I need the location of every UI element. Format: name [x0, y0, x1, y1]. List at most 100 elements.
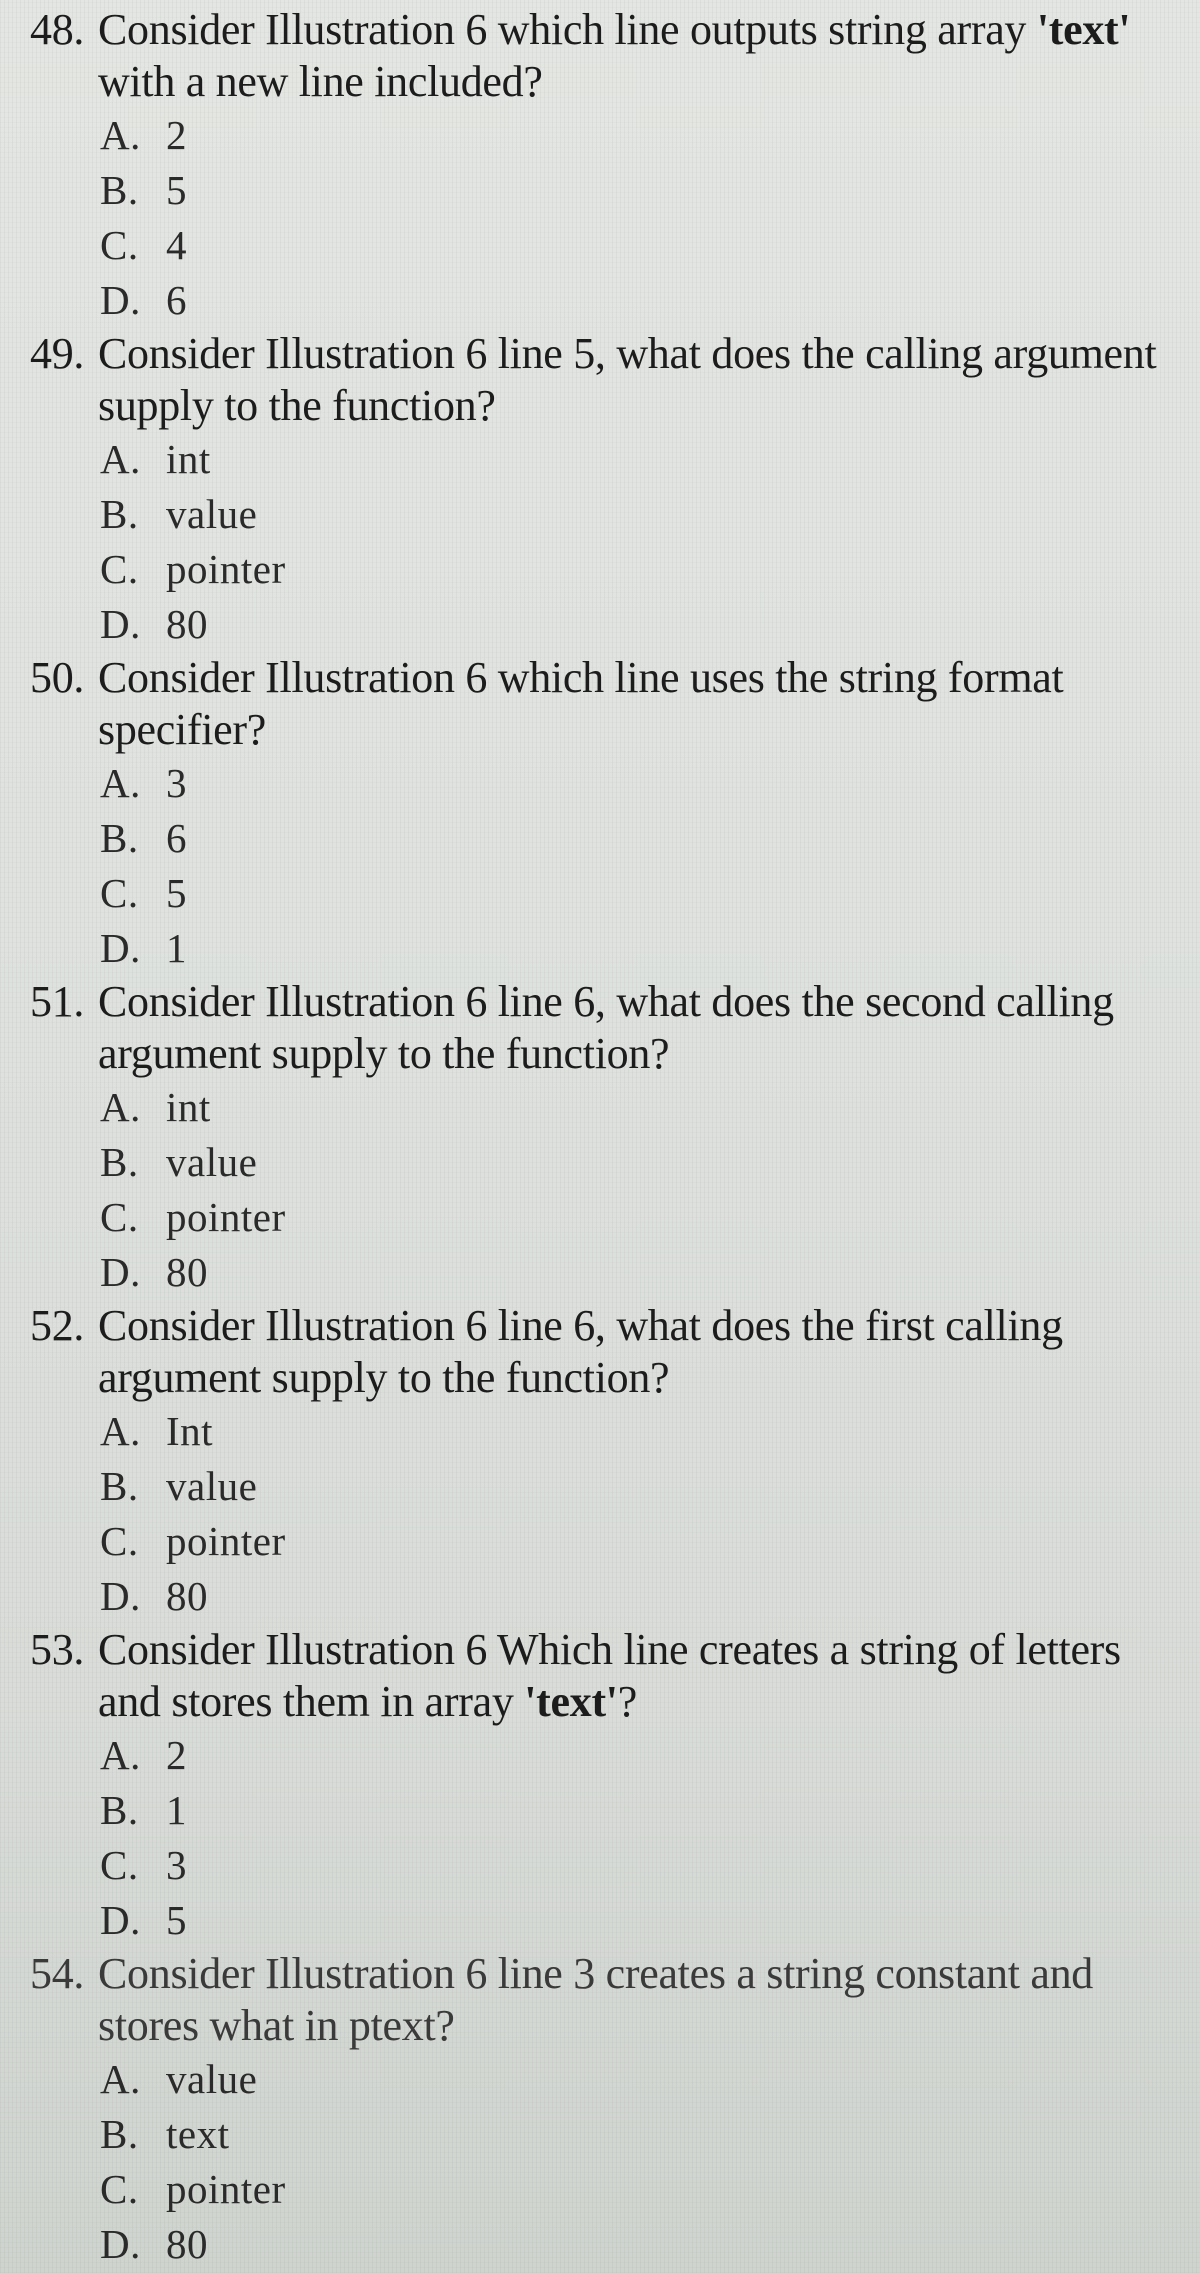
choice-letter: A. [100, 1084, 141, 1130]
question-text: Consider Illustration 6 line 3 creates a… [98, 1949, 1093, 2050]
question-number: 53. [30, 1625, 85, 1674]
choice-letter: B. [100, 491, 139, 537]
choice-letter: B. [100, 2111, 139, 2157]
question-header: 49. Consider Illustration 6 line 5, what… [30, 328, 1200, 432]
choice-c: C. pointer [100, 2162, 1200, 2217]
choice-value: 1 [166, 925, 187, 971]
choice-value: value [166, 2056, 258, 2102]
choice-letter: D. [100, 1249, 141, 1295]
question-54: 54. Consider Illustration 6 line 3 creat… [30, 1948, 1200, 2272]
choice-value: 2 [166, 112, 187, 158]
choice-value: value [166, 1463, 258, 1509]
choice-d: D. 1 [100, 921, 1200, 976]
choice-value: pointer [166, 2166, 286, 2212]
choice-d: D. 5 [100, 1893, 1200, 1948]
choice-d: D. 80 [100, 1245, 1200, 1300]
choice-b: B. text [100, 2107, 1200, 2162]
question-text: Consider Illustration 6 which line uses … [98, 653, 1064, 754]
choice-value: 80 [166, 1573, 208, 1619]
choice-list: A. 2 B. 1 C. 3 D. 5 [100, 1728, 1200, 1948]
code-literal: 'text' [1036, 5, 1131, 54]
choice-letter: D. [100, 2221, 141, 2267]
choice-list: A. Int B. value C. pointer D. 80 [100, 1404, 1200, 1624]
choice-letter: D. [100, 925, 141, 971]
question-header: 53. Consider Illustration 6 Which line c… [30, 1624, 1200, 1728]
question-48: 48. Consider Illustration 6 which line o… [30, 4, 1200, 328]
choice-a: A. 2 [100, 108, 1200, 163]
choice-a: A. value [100, 2052, 1200, 2107]
choice-letter: A. [100, 436, 141, 482]
question-51: 51. Consider Illustration 6 line 6, what… [30, 976, 1200, 1300]
choice-b: B. 6 [100, 811, 1200, 866]
choice-letter: B. [100, 167, 139, 213]
question-53: 53. Consider Illustration 6 Which line c… [30, 1624, 1200, 1948]
choice-letter: D. [100, 601, 141, 647]
choice-letter: C. [100, 1518, 139, 1564]
choice-value: pointer [166, 546, 286, 592]
choice-d: D. 80 [100, 1569, 1200, 1624]
choice-a: A. Int [100, 1404, 1200, 1459]
choice-value: 3 [166, 760, 187, 806]
choice-c: C. pointer [100, 542, 1200, 597]
question-number: 49. [30, 329, 85, 378]
choice-letter: B. [100, 1463, 139, 1509]
choice-b: B. value [100, 1135, 1200, 1190]
choice-c: C. pointer [100, 1190, 1200, 1245]
choice-c: C. 5 [100, 866, 1200, 921]
choice-c: C. 4 [100, 218, 1200, 273]
choice-letter: A. [100, 760, 141, 806]
choice-value: 6 [166, 815, 187, 861]
quiz-page: 48. Consider Illustration 6 which line o… [0, 0, 1200, 2272]
choice-value: 1 [166, 1787, 187, 1833]
choice-value: 2 [166, 1732, 187, 1778]
choice-letter: D. [100, 277, 141, 323]
choice-d: D. 6 [100, 273, 1200, 328]
choice-value: 4 [166, 222, 187, 268]
choice-b: B. value [100, 1459, 1200, 1514]
question-number: 51. [30, 977, 85, 1026]
choice-value: Int [166, 1408, 214, 1454]
question-50: 50. Consider Illustration 6 which line u… [30, 652, 1200, 976]
question-number: 54. [30, 1949, 85, 1998]
choice-a: A. int [100, 432, 1200, 487]
choice-value: 80 [166, 2221, 208, 2267]
choice-letter: A. [100, 1408, 141, 1454]
choice-list: A. 3 B. 6 C. 5 D. 1 [100, 756, 1200, 976]
choice-a: A. int [100, 1080, 1200, 1135]
question-header: 51. Consider Illustration 6 line 6, what… [30, 976, 1200, 1080]
question-text: Consider Illustration 6 line 5, what doe… [98, 329, 1157, 430]
choice-letter: B. [100, 1787, 139, 1833]
choice-list: A. int B. value C. pointer D. 80 [100, 432, 1200, 652]
question-header: 52. Consider Illustration 6 line 6, what… [30, 1300, 1200, 1404]
choice-value: 5 [166, 167, 187, 213]
choice-letter: B. [100, 1139, 139, 1185]
choice-value: pointer [166, 1518, 286, 1564]
choice-value: 3 [166, 1842, 187, 1888]
choice-letter: B. [100, 815, 139, 861]
choice-letter: C. [100, 546, 139, 592]
choice-list: A. value B. text C. pointer D. 80 [100, 2052, 1200, 2272]
choice-list: A. int B. value C. pointer D. 80 [100, 1080, 1200, 1300]
choice-d: D. 80 [100, 2217, 1200, 2272]
question-text-part: Consider Illustration 6 which line outpu… [98, 5, 1037, 54]
choice-letter: C. [100, 222, 139, 268]
choice-value: text [166, 2111, 230, 2157]
question-number: 52. [30, 1301, 85, 1350]
choice-value: int [166, 1084, 211, 1130]
choice-letter: C. [100, 2166, 139, 2212]
choice-b: B. value [100, 487, 1200, 542]
question-49: 49. Consider Illustration 6 line 5, what… [30, 328, 1200, 652]
question-header: 48. Consider Illustration 6 which line o… [30, 4, 1200, 108]
choice-c: C. pointer [100, 1514, 1200, 1569]
choice-value: value [166, 1139, 258, 1185]
choice-letter: D. [100, 1897, 141, 1943]
choice-value: 80 [166, 601, 208, 647]
choice-value: value [166, 491, 258, 537]
choice-d: D. 80 [100, 597, 1200, 652]
question-header: 54. Consider Illustration 6 line 3 creat… [30, 1948, 1200, 2052]
choice-value: 6 [166, 277, 187, 323]
question-number: 48. [30, 5, 85, 54]
choice-value: 5 [166, 1897, 187, 1943]
question-text-part: ? [617, 1677, 638, 1726]
choice-letter: C. [100, 1842, 139, 1888]
